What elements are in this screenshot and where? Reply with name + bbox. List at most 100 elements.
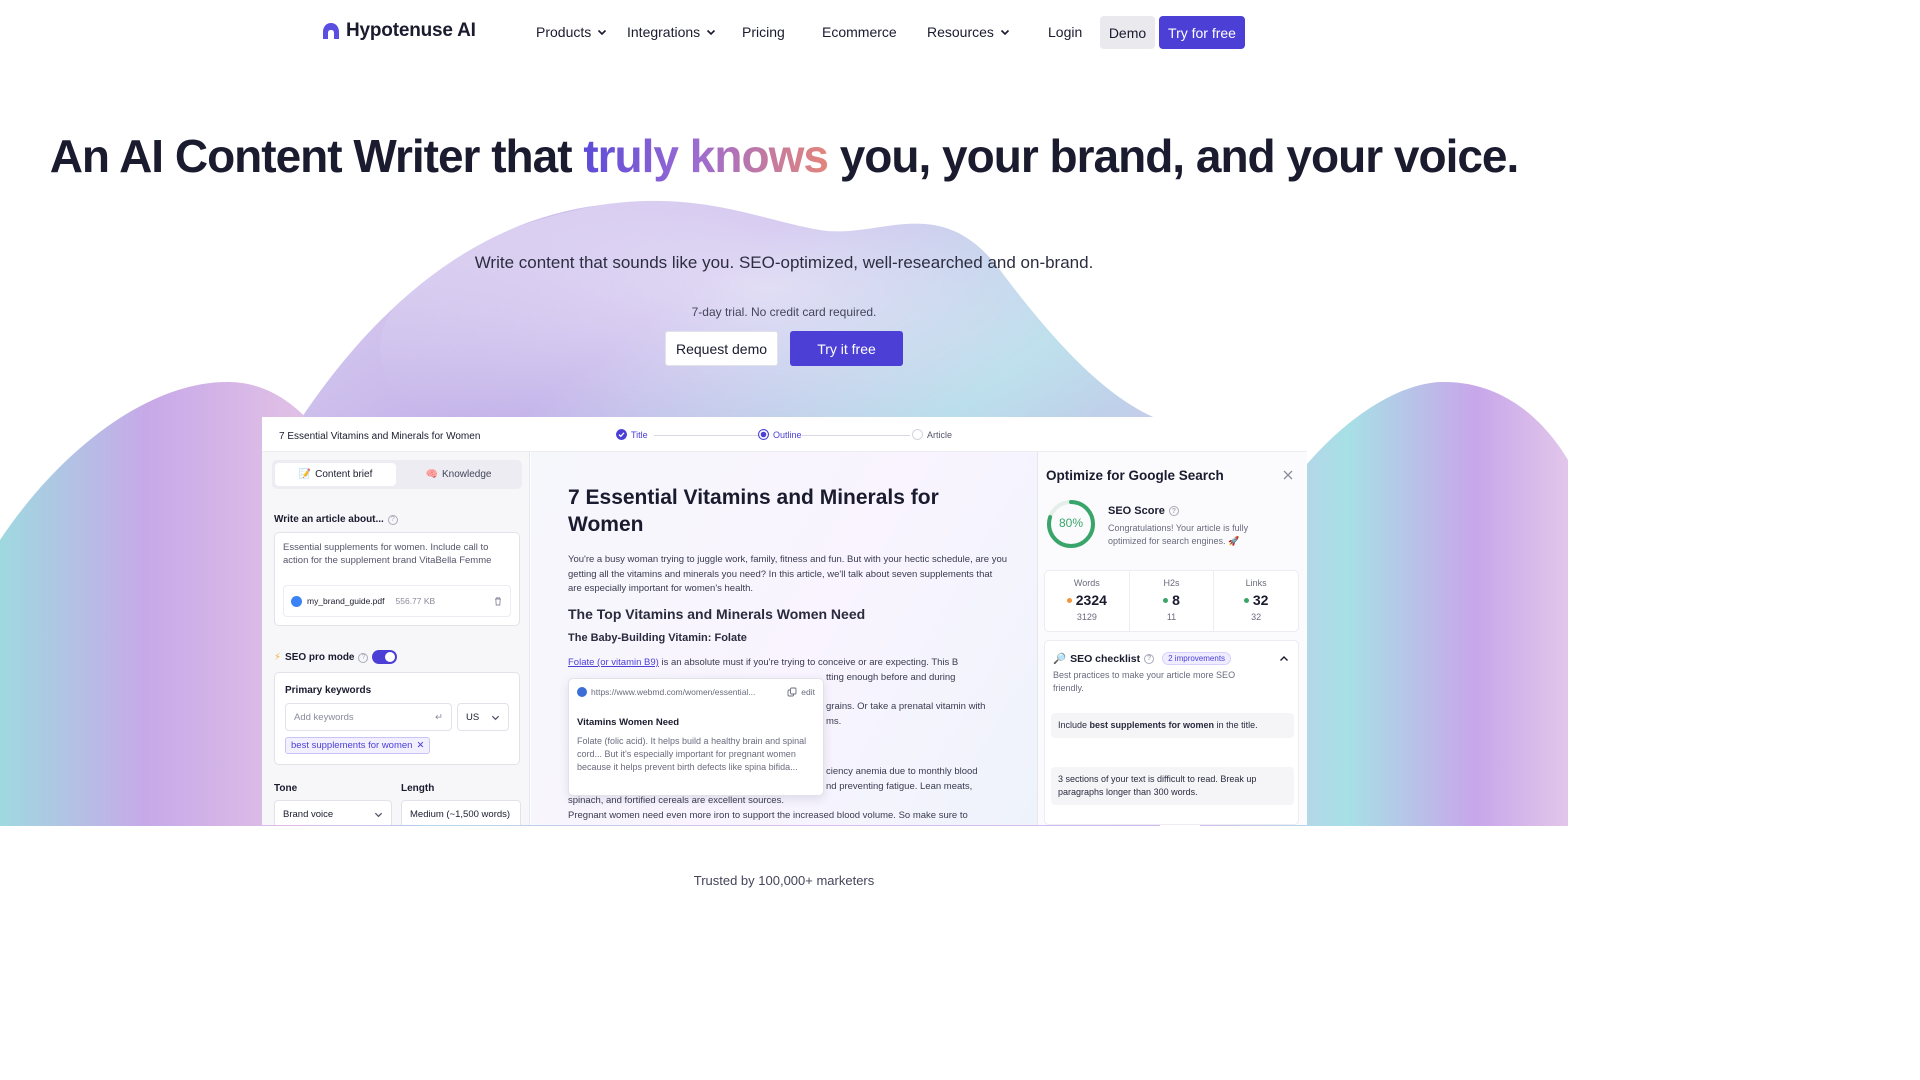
demo-button[interactable]: Demo bbox=[1100, 16, 1155, 49]
article-editor[interactable]: 7 Essential Vitamins and Minerals for Wo… bbox=[531, 452, 1037, 825]
help-icon[interactable]: ? bbox=[387, 514, 398, 525]
stat-words-target: 3129 bbox=[1076, 612, 1097, 622]
nav-pricing[interactable]: Pricing bbox=[742, 24, 785, 40]
article-paragraph-fragment: grains. Or take a prenatal vitamin with bbox=[826, 701, 986, 712]
nav-resources-label: Resources bbox=[927, 24, 994, 40]
help-icon[interactable]: ? bbox=[1144, 653, 1155, 664]
tone-select-value: Brand voice bbox=[283, 808, 334, 820]
attached-file[interactable]: my_brand_guide.pdf 556.77 KB bbox=[283, 585, 511, 617]
stat-h2s-target: 11 bbox=[1166, 612, 1177, 622]
step-title[interactable]: Title bbox=[616, 429, 648, 440]
stat-h2s-label: H2s bbox=[1163, 578, 1180, 588]
stat-links: Links 32 32 bbox=[1214, 571, 1298, 631]
stat-h2s-value: 8 bbox=[1130, 592, 1214, 608]
checklist-item[interactable]: 3 sections of your text is difficult to … bbox=[1051, 767, 1294, 805]
stat-h2s-number: 8 bbox=[1172, 592, 1180, 608]
stat-words-label: Words bbox=[1073, 578, 1100, 588]
nav-ecommerce[interactable]: Ecommerce bbox=[822, 24, 897, 40]
help-icon[interactable]: ? bbox=[1168, 506, 1179, 516]
seo-score-message: Congratulations! Your article is fully o… bbox=[1108, 523, 1249, 546]
try-for-free-button[interactable]: Try for free bbox=[1159, 16, 1245, 49]
check-circle-icon bbox=[616, 429, 627, 440]
keyword-chip-label: best supplements for women bbox=[291, 740, 413, 751]
article-h3: The Baby-Building Vitamin: Folate bbox=[568, 632, 747, 644]
notepad-icon: 📝 bbox=[298, 469, 312, 480]
citation-heading: Vitamins Women Need bbox=[577, 717, 680, 728]
nav-resources[interactable]: Resources bbox=[927, 24, 1010, 40]
globe-icon bbox=[577, 687, 587, 697]
try-it-free-button[interactable]: Try it free bbox=[790, 331, 903, 366]
seo-pro-mode-label: ⚡ SEO pro mode ? bbox=[274, 652, 369, 663]
app-header: 7 Essential Vitamins and Minerals for Wo… bbox=[262, 417, 1307, 452]
tone-select[interactable]: Brand voice bbox=[274, 800, 392, 825]
primary-keywords-label: Primary keywords bbox=[285, 685, 372, 696]
length-select-value: Medium (~1,500 words) bbox=[410, 808, 511, 820]
progress-steps: Title Outline Article bbox=[616, 429, 956, 443]
stat-links-target: 32 bbox=[1251, 612, 1262, 622]
nav-integrations-label: Integrations bbox=[627, 24, 701, 40]
trash-icon[interactable] bbox=[493, 596, 503, 606]
write-about-text: Write an article about... bbox=[274, 514, 384, 525]
country-select[interactable]: US bbox=[457, 703, 509, 731]
citation-url[interactable]: https://www.webmd.com/women/essential... bbox=[577, 687, 755, 697]
tab-knowledge[interactable]: 🧠 Knowledge bbox=[398, 463, 519, 486]
length-select[interactable]: Medium (~1,500 words) bbox=[401, 800, 521, 825]
logo[interactable]: Hypotenuse AI bbox=[322, 20, 476, 42]
status-dot bbox=[1243, 597, 1249, 603]
tab-content-brief[interactable]: 📝 Content brief bbox=[275, 463, 396, 486]
primary-keywords-box: Primary keywords Add keywords ↵ US best … bbox=[274, 672, 520, 765]
hypotenuse-logo-icon bbox=[323, 23, 339, 39]
write-about-label: Write an article about... ? bbox=[274, 514, 398, 525]
trial-note: 7-day trial. No credit card required. bbox=[691, 305, 877, 319]
nav-integrations[interactable]: Integrations bbox=[627, 24, 716, 40]
copy-icon[interactable] bbox=[787, 687, 797, 697]
step-outline[interactable]: Outline bbox=[758, 429, 802, 440]
seo-score-label: SEO Score ? bbox=[1108, 505, 1179, 517]
document-title: 7 Essential Vitamins and Minerals for Wo… bbox=[279, 431, 481, 442]
close-icon[interactable]: ✕ bbox=[416, 740, 424, 751]
keyword-chip[interactable]: best supplements for women ✕ bbox=[285, 737, 431, 754]
nav-products[interactable]: Products bbox=[536, 24, 607, 40]
tab-knowledge-label: Knowledge bbox=[441, 469, 492, 480]
seo-checklist-header[interactable]: 🔎 SEO checklist ? 2 improvements bbox=[1053, 652, 1232, 665]
lightning-icon: ⚡ bbox=[274, 652, 282, 663]
status-dot bbox=[1066, 597, 1072, 603]
seo-pro-mode-toggle[interactable] bbox=[372, 650, 397, 664]
tone-label: Tone bbox=[274, 783, 298, 794]
stat-words-value: 2324 bbox=[1045, 592, 1129, 608]
article-prompt-field[interactable]: Essential supplements for women. Include… bbox=[274, 532, 520, 626]
nav-login[interactable]: Login bbox=[1048, 24, 1082, 40]
chevron-up-icon[interactable] bbox=[1279, 654, 1289, 664]
status-dot bbox=[1163, 597, 1169, 603]
request-demo-button[interactable]: Request demo bbox=[665, 331, 778, 366]
logo-text: Hypotenuse AI bbox=[346, 20, 476, 41]
step-connector bbox=[654, 435, 758, 436]
length-label: Length bbox=[401, 783, 435, 794]
checklist-item-keyword: best supplements for women bbox=[1089, 720, 1215, 730]
help-icon[interactable]: ? bbox=[358, 652, 369, 663]
step-article-label: Article bbox=[927, 429, 953, 440]
citation-edit[interactable]: edit bbox=[787, 687, 815, 697]
close-icon[interactable] bbox=[1282, 469, 1294, 481]
step-article[interactable]: Article bbox=[912, 429, 952, 440]
citation-popup[interactable]: https://www.webmd.com/women/essential...… bbox=[568, 678, 824, 796]
country-select-value: US bbox=[466, 711, 480, 723]
improvements-badge: 2 improvements bbox=[1162, 652, 1232, 665]
seo-score-value: 80% bbox=[1058, 516, 1084, 530]
step-title-label: Title bbox=[631, 429, 648, 440]
step-connector bbox=[802, 435, 910, 436]
checklist-item-text: Include bbox=[1058, 720, 1090, 730]
checklist-item-text: in the title. bbox=[1214, 720, 1258, 730]
article-intro: You're a busy woman trying to juggle wor… bbox=[568, 554, 1008, 594]
checklist-item[interactable]: Include best supplements for women in th… bbox=[1051, 713, 1294, 738]
seo-panel: Optimize for Google Search 80% SEO Score… bbox=[1037, 452, 1307, 825]
keyword-input[interactable]: Add keywords ↵ bbox=[285, 703, 452, 731]
article-title: 7 Essential Vitamins and Minerals for Wo… bbox=[568, 486, 939, 536]
panel-tabs: 📝 Content brief 🧠 Knowledge bbox=[272, 460, 522, 489]
citation-link[interactable]: Folate (or vitamin B9) bbox=[568, 657, 659, 668]
active-step-icon bbox=[758, 429, 769, 440]
chevron-down-icon bbox=[491, 715, 500, 720]
edit-link[interactable]: edit bbox=[801, 687, 815, 697]
stat-h2s: H2s 8 11 bbox=[1130, 571, 1215, 631]
article-prompt-text: Essential supplements for women. Include… bbox=[283, 542, 492, 566]
